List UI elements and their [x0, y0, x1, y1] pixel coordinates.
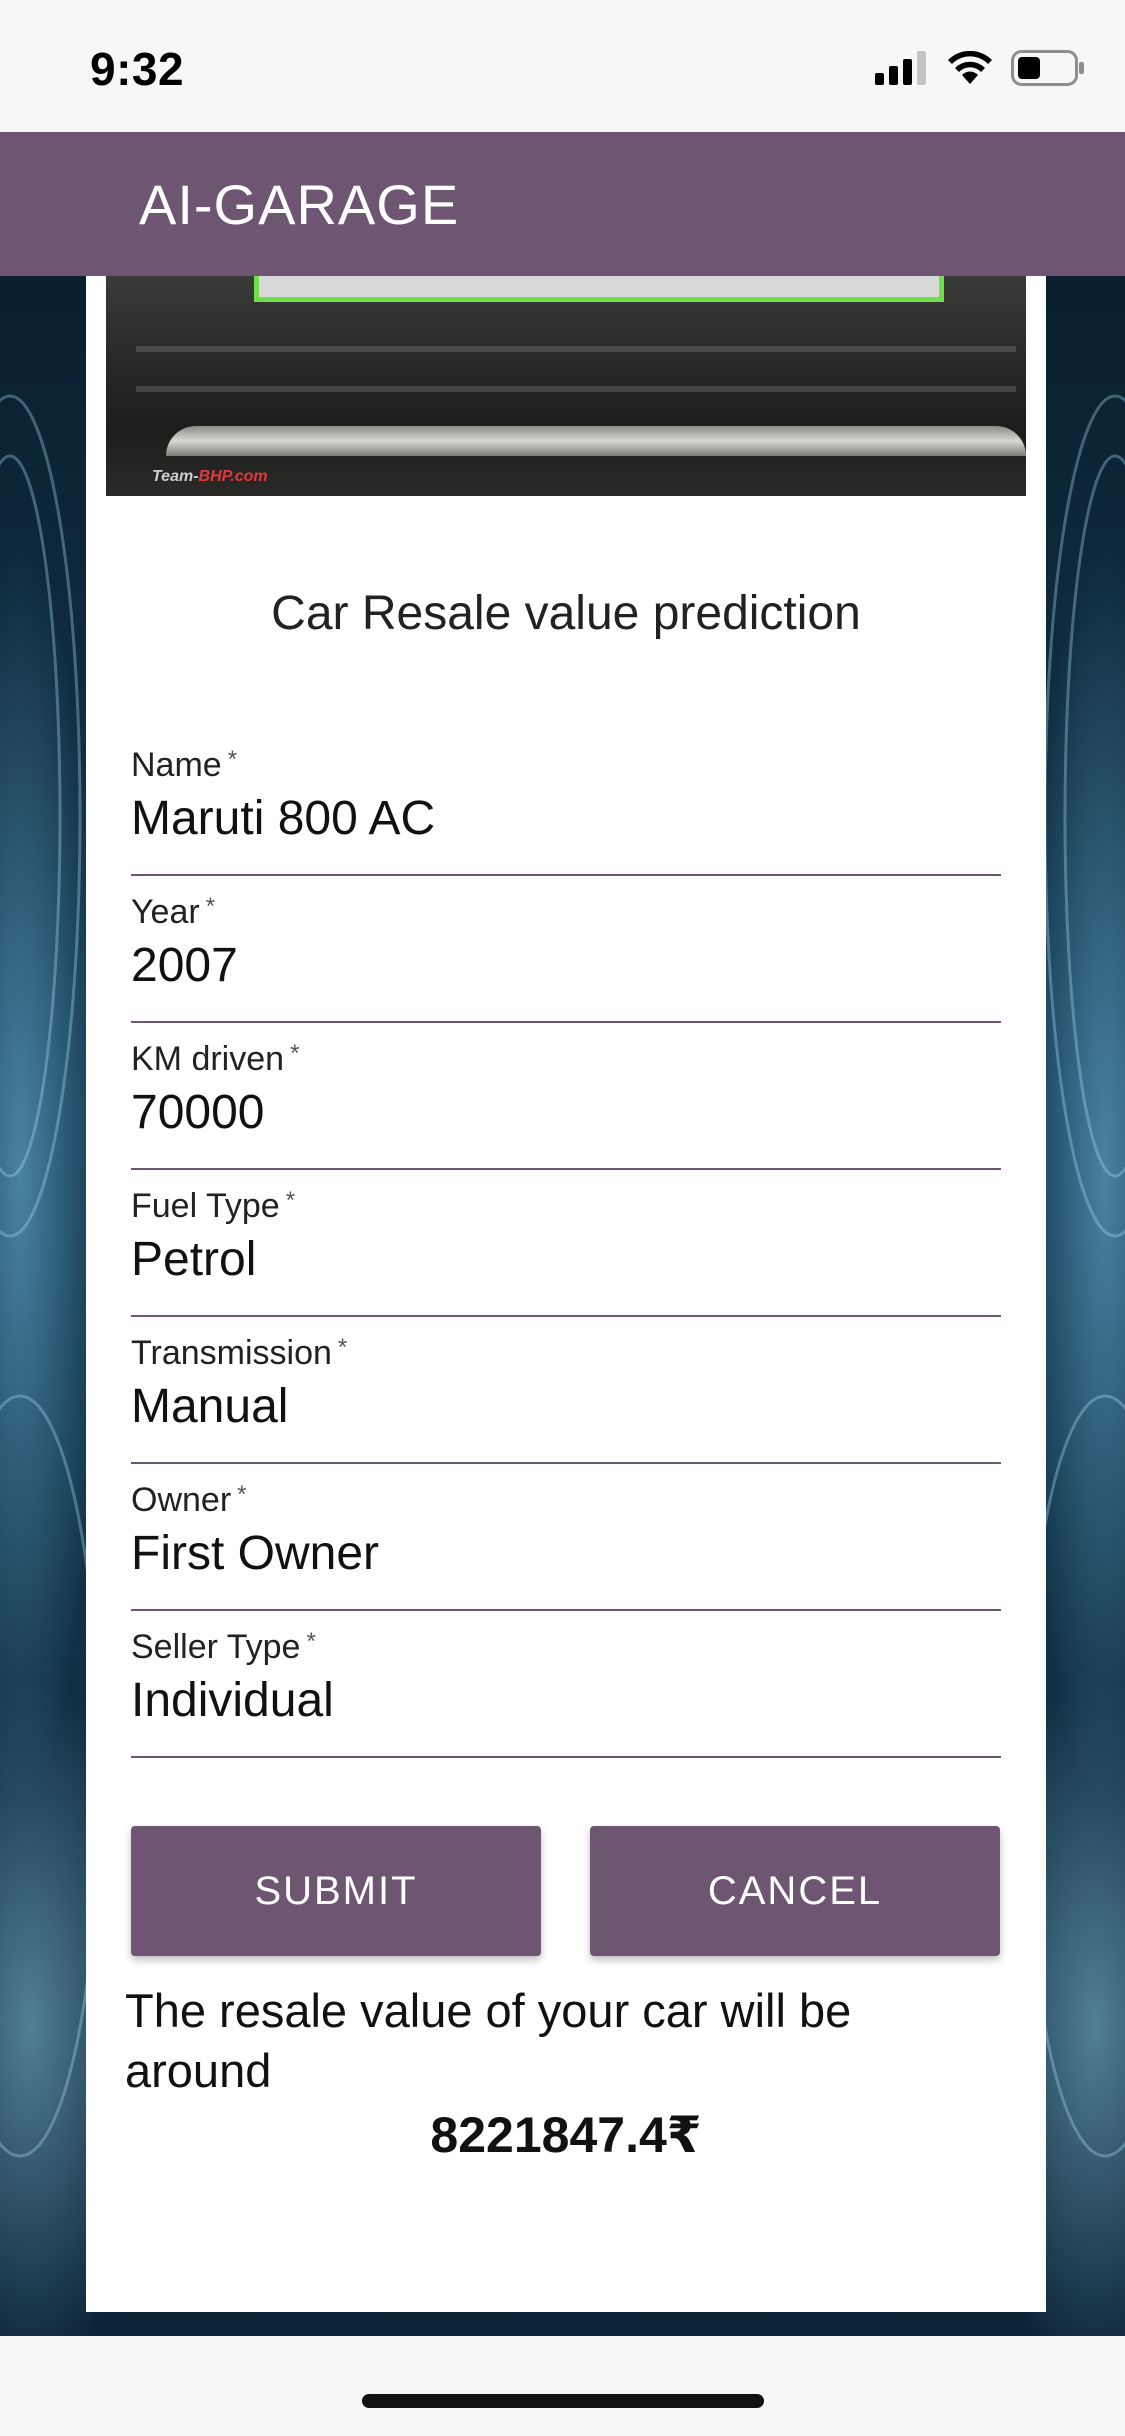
app-title: AI-GARAGE — [139, 173, 460, 236]
seller-type-label: Seller Type * — [131, 1628, 316, 1666]
status-bar: 9:32 — [0, 0, 1125, 132]
km-driven-label: KM driven * — [131, 1040, 300, 1078]
image-watermark: Team-BHP.com — [152, 468, 268, 485]
form-title: Car Resale value prediction — [271, 587, 861, 640]
name-field[interactable]: Name * — [131, 746, 1001, 876]
owner-input[interactable] — [131, 1523, 1001, 1583]
km-driven-field[interactable]: KM driven * — [131, 1040, 1001, 1170]
home-indicator[interactable] — [362, 2394, 764, 2408]
year-field[interactable]: Year * — [131, 893, 1001, 1023]
status-time: 9:32 — [90, 43, 185, 95]
status-icons — [875, 48, 1085, 88]
car-image: Team-BHP.com — [106, 276, 1026, 496]
transmission-input[interactable] — [131, 1376, 1001, 1436]
wifi-icon — [948, 51, 992, 84]
home-indicator-area — [0, 2336, 1125, 2436]
form-card: Team-BHP.com Car Resale value prediction… — [86, 276, 1046, 2312]
transmission-field[interactable]: Transmission * — [131, 1334, 1001, 1464]
owner-field[interactable]: Owner * — [131, 1481, 1001, 1611]
seller-type-input[interactable] — [131, 1670, 1001, 1730]
submit-button[interactable]: SUBMIT — [131, 1826, 541, 1956]
fuel-type-label: Fuel Type * — [131, 1187, 296, 1225]
result-value: 8221847.4₹ — [430, 2107, 702, 2163]
detected-plate-box — [254, 276, 944, 302]
fuel-type-input[interactable] — [131, 1229, 1001, 1289]
year-label: Year * — [131, 893, 216, 931]
km-driven-input[interactable] — [131, 1082, 1001, 1142]
transmission-label: Transmission * — [131, 1334, 348, 1372]
battery-icon — [1011, 50, 1084, 86]
fuel-type-field[interactable]: Fuel Type * — [131, 1187, 1001, 1317]
name-label: Name * — [131, 746, 238, 784]
app-bar: AI-GARAGE — [0, 132, 1125, 276]
year-input[interactable] — [131, 935, 1001, 995]
result-text: The resale value of your car will be aro… — [125, 1984, 852, 2097]
name-input[interactable] — [131, 788, 1001, 848]
bumper-line — [136, 346, 1016, 352]
bumper-chrome — [166, 426, 1026, 456]
seller-type-field[interactable]: Seller Type * — [131, 1628, 1001, 1758]
cellular-signal-icon — [875, 51, 926, 85]
cancel-button[interactable]: CANCEL — [590, 1826, 1000, 1956]
owner-label: Owner * — [131, 1481, 247, 1519]
bumper-line — [136, 386, 1016, 392]
